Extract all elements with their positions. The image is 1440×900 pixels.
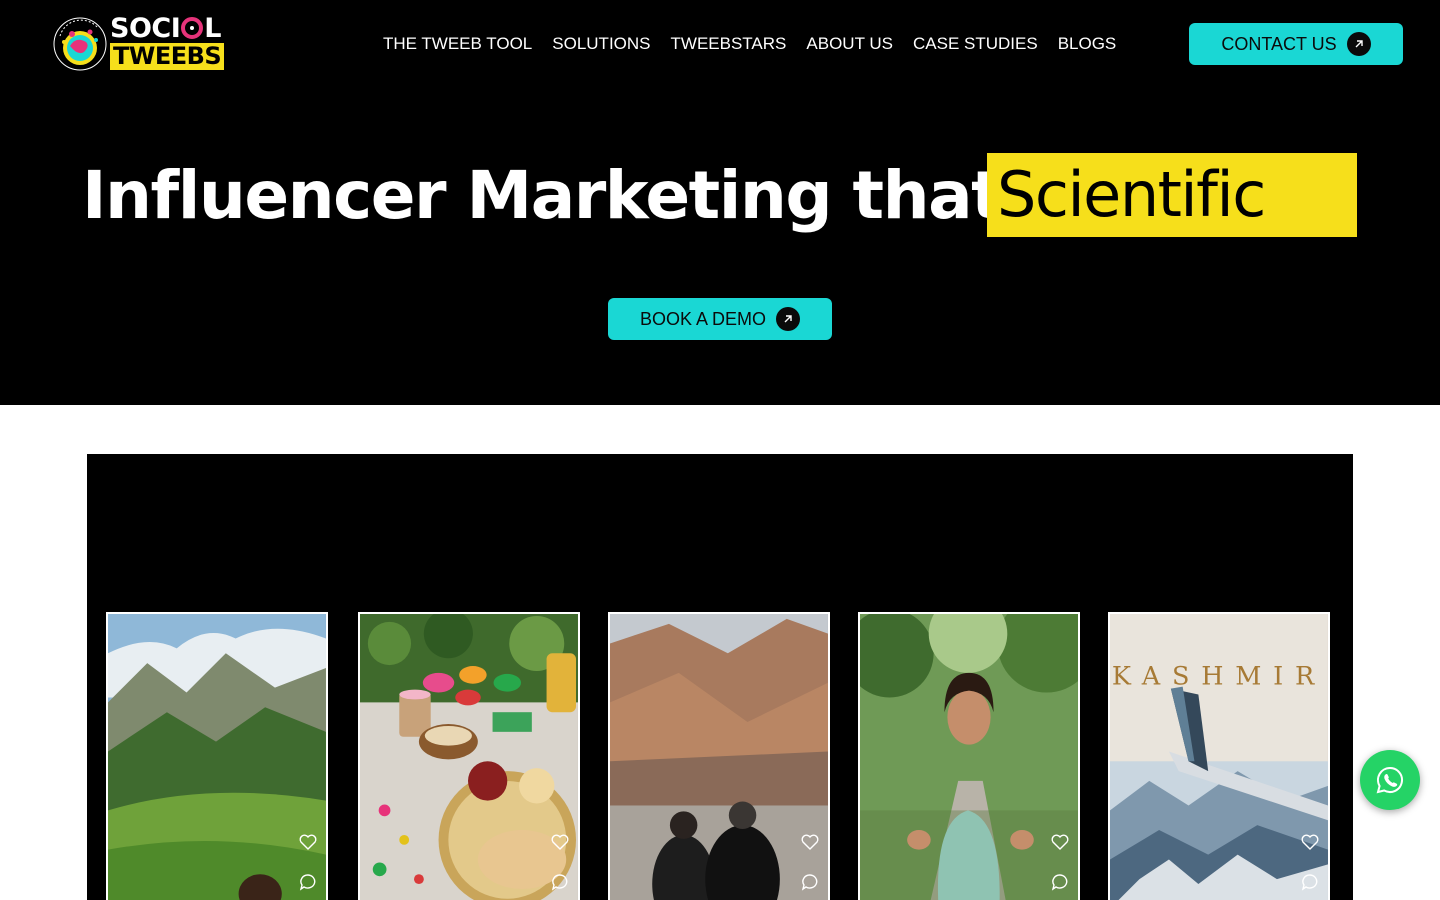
logo-o-ring-icon xyxy=(181,17,204,39)
book-demo-label: BOOK A DEMO xyxy=(639,308,767,329)
contact-us-label: CONTACT US xyxy=(1221,33,1337,54)
heart-icon[interactable] xyxy=(800,832,820,852)
whatsapp-icon xyxy=(1376,766,1404,794)
arrow-up-right-icon xyxy=(1346,32,1371,56)
main-nav: THE TWEEB TOOL SOLUTIONS TWEEBSTARS ABOU… xyxy=(383,33,1116,55)
comment-icon[interactable] xyxy=(1300,872,1320,892)
heart-icon[interactable] xyxy=(298,832,318,852)
video-card-kashmir[interactable]: KASHMIR xyxy=(1108,612,1330,900)
comment-icon[interactable] xyxy=(1050,872,1070,892)
video-card-couple-mountains[interactable] xyxy=(608,612,830,900)
nav-item-tweebstars[interactable]: TWEEBSTARS xyxy=(671,33,787,55)
couple-mountains-thumbnail xyxy=(610,614,828,900)
comment-icon[interactable] xyxy=(800,872,820,892)
hero-headline: Influencer Marketing that is xyxy=(82,150,1083,240)
video-gallery: KASHMIR xyxy=(87,454,1353,900)
video-card-woman-park[interactable] xyxy=(858,612,1080,900)
heart-icon[interactable] xyxy=(550,832,570,852)
heart-icon[interactable] xyxy=(1300,832,1320,852)
video-card-holi-food[interactable] xyxy=(358,612,580,900)
comment-icon[interactable] xyxy=(550,872,570,892)
heart-icon[interactable] xyxy=(1050,832,1070,852)
holi-food-thumbnail xyxy=(360,614,578,900)
nav-item-about-us[interactable]: ABOUT US xyxy=(806,33,893,55)
headline-highlight: Scientific xyxy=(987,153,1357,237)
highlight-word: Scientific xyxy=(997,158,1266,231)
arrow-up-right-icon xyxy=(776,307,801,331)
kashmir-overlay-text: KASHMIR xyxy=(1112,662,1326,692)
whatsapp-chat-button[interactable] xyxy=(1360,750,1420,810)
headline-text: Influencer Marketing that is xyxy=(82,156,1083,234)
book-demo-button[interactable]: BOOK A DEMO xyxy=(608,298,832,340)
kashmir-airplane-thumbnail: KASHMIR xyxy=(1110,614,1328,900)
contact-us-button[interactable]: CONTACT US xyxy=(1189,23,1403,65)
nav-item-solutions[interactable]: SOLUTIONS xyxy=(552,33,650,55)
nav-item-case-studies[interactable]: CASE STUDIES xyxy=(913,33,1038,55)
woman-park-thumbnail xyxy=(860,614,1078,900)
logo-word-social: SOCI L xyxy=(110,13,221,44)
logo-word-tweebs: TWEEBS xyxy=(110,43,225,70)
nav-item-blogs[interactable]: BLOGS xyxy=(1058,33,1117,55)
site-logo[interactable]: SOCI L TWEEBS xyxy=(52,13,225,74)
mountain-meadow-thumbnail xyxy=(108,614,326,900)
nav-item-tweeb-tool[interactable]: THE TWEEB TOOL xyxy=(383,33,532,55)
comment-icon[interactable] xyxy=(298,872,318,892)
logo-globe-icon xyxy=(53,17,107,71)
video-card-mountain-meadow[interactable] xyxy=(106,612,328,900)
hero-section: SOCI L TWEEBS THE TWEEB TOOL SOLUTIONS TW… xyxy=(0,0,1440,405)
